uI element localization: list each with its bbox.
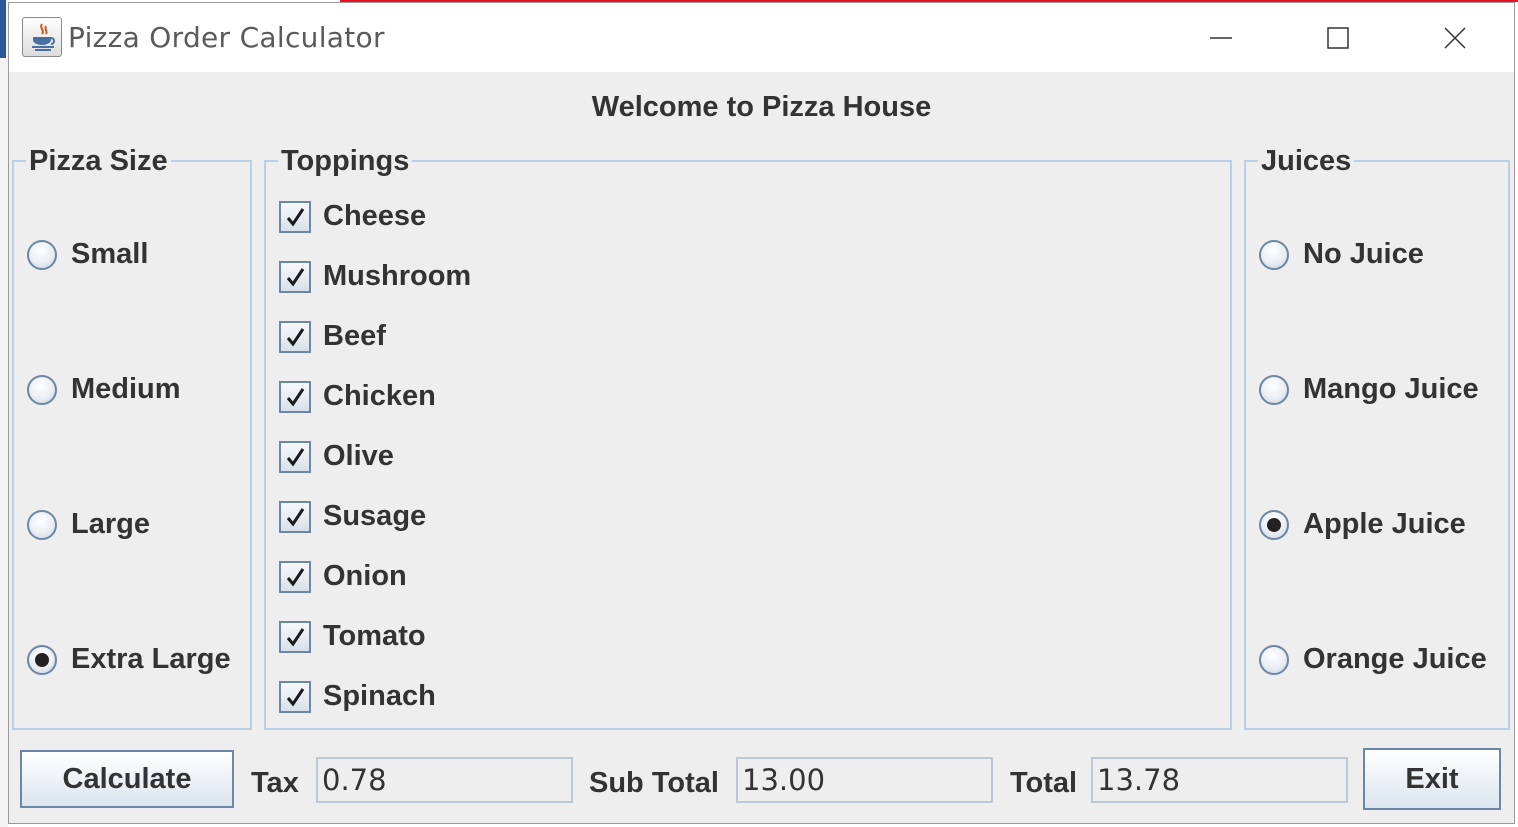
checkmark-icon bbox=[286, 507, 305, 527]
radio-extra-large[interactable] bbox=[27, 644, 57, 675]
app-window: Pizza Order Calculator Welcome to Pizza … bbox=[8, 2, 1515, 824]
topping-label-mushroom: Mushroom bbox=[323, 260, 472, 292]
topping-olive[interactable]: Olive bbox=[279, 440, 394, 473]
checkbox-spinach[interactable] bbox=[279, 680, 311, 713]
checkmark-icon bbox=[286, 387, 305, 407]
checkbox-mushroom[interactable] bbox=[279, 260, 311, 293]
checkbox-tomato[interactable] bbox=[279, 620, 311, 653]
checkbox-beef[interactable] bbox=[279, 320, 311, 353]
minimize-button[interactable] bbox=[1163, 3, 1279, 72]
checkbox-susage[interactable] bbox=[279, 500, 311, 533]
checkmark-icon bbox=[286, 687, 305, 707]
size-option-extra-large[interactable]: Extra Large bbox=[27, 643, 231, 676]
tax-label: Tax bbox=[251, 767, 299, 799]
checkbox-chicken[interactable] bbox=[279, 380, 311, 413]
topping-label-chicken: Chicken bbox=[323, 380, 436, 412]
total-label: Total bbox=[1010, 767, 1078, 799]
tax-field[interactable]: 0.78 bbox=[316, 757, 573, 803]
title-bar[interactable]: Pizza Order Calculator bbox=[9, 3, 1514, 72]
topping-cheese[interactable]: Cheese bbox=[279, 200, 426, 233]
radio-no-juice[interactable] bbox=[1259, 239, 1289, 270]
radio-large[interactable] bbox=[27, 509, 57, 540]
topping-spinach[interactable]: Spinach bbox=[279, 680, 436, 713]
checkmark-icon bbox=[286, 267, 305, 287]
maximize-icon bbox=[1327, 26, 1349, 49]
topping-tomato[interactable]: Tomato bbox=[279, 620, 426, 653]
size-label-large: Large bbox=[71, 508, 150, 540]
juices-group: Juices No Juice Mango Juice Apple Juice … bbox=[1244, 145, 1510, 730]
size-label-medium: Medium bbox=[71, 373, 181, 405]
close-icon bbox=[1444, 26, 1466, 49]
maximize-button[interactable] bbox=[1280, 3, 1396, 72]
radio-small[interactable] bbox=[27, 239, 57, 270]
juice-label-apple: Apple Juice bbox=[1303, 508, 1466, 540]
checkmark-icon bbox=[286, 627, 305, 647]
calculate-button[interactable]: Calculate bbox=[20, 750, 234, 808]
java-cup-icon bbox=[22, 17, 62, 57]
juice-label-none: No Juice bbox=[1303, 238, 1424, 270]
radio-medium[interactable] bbox=[27, 374, 57, 405]
topping-mushroom[interactable]: Mushroom bbox=[279, 260, 471, 293]
topping-chicken[interactable]: Chicken bbox=[279, 380, 436, 413]
minimize-icon bbox=[1210, 36, 1232, 39]
close-button[interactable] bbox=[1397, 3, 1513, 72]
background-window-edge bbox=[0, 0, 8, 827]
topping-label-susage: Susage bbox=[323, 500, 427, 532]
size-option-large[interactable]: Large bbox=[27, 508, 150, 541]
radio-apple-juice[interactable] bbox=[1259, 509, 1289, 540]
checkbox-olive[interactable] bbox=[279, 440, 311, 473]
total-field[interactable]: 13.78 bbox=[1091, 757, 1348, 803]
pizza-size-title: Pizza Size bbox=[26, 145, 171, 177]
pizza-size-group: Pizza Size Small Medium Large Extra Larg… bbox=[12, 145, 252, 730]
topping-label-olive: Olive bbox=[323, 440, 394, 472]
radio-mango-juice[interactable] bbox=[1259, 374, 1289, 405]
background-window-accent bbox=[0, 0, 6, 58]
size-option-medium[interactable]: Medium bbox=[27, 373, 181, 406]
juice-option-none[interactable]: No Juice bbox=[1259, 238, 1424, 271]
checkmark-icon bbox=[286, 207, 305, 227]
size-option-small[interactable]: Small bbox=[27, 238, 148, 271]
checkmark-icon bbox=[286, 447, 305, 467]
window-title: Pizza Order Calculator bbox=[68, 21, 385, 54]
topping-label-tomato: Tomato bbox=[323, 620, 426, 652]
topping-label-cheese: Cheese bbox=[323, 200, 427, 232]
checkbox-onion[interactable] bbox=[279, 560, 311, 593]
toppings-group: Toppings Cheese Mushroom Beef Chicken Ol… bbox=[264, 145, 1232, 730]
checkmark-icon bbox=[286, 327, 305, 347]
size-label-extra-large: Extra Large bbox=[71, 643, 231, 675]
juice-option-mango[interactable]: Mango Juice bbox=[1259, 373, 1479, 406]
toppings-title: Toppings bbox=[278, 145, 413, 177]
juice-option-orange[interactable]: Orange Juice bbox=[1259, 643, 1487, 676]
juice-label-orange: Orange Juice bbox=[1303, 643, 1487, 675]
topping-label-onion: Onion bbox=[323, 560, 407, 592]
topping-beef[interactable]: Beef bbox=[279, 320, 386, 353]
checkbox-cheese[interactable] bbox=[279, 200, 311, 233]
welcome-heading: Welcome to Pizza House bbox=[591, 91, 932, 123]
subtotal-label: Sub Total bbox=[589, 767, 719, 799]
subtotal-field[interactable]: 13.00 bbox=[736, 757, 993, 803]
checkmark-icon bbox=[286, 567, 305, 587]
exit-button[interactable]: Exit bbox=[1363, 748, 1501, 810]
juices-title: Juices bbox=[1258, 145, 1355, 177]
size-label-small: Small bbox=[71, 238, 149, 270]
radio-orange-juice[interactable] bbox=[1259, 644, 1289, 675]
topping-susage[interactable]: Susage bbox=[279, 500, 426, 533]
topping-label-beef: Beef bbox=[323, 320, 386, 352]
topping-onion[interactable]: Onion bbox=[279, 560, 407, 593]
topping-label-spinach: Spinach bbox=[323, 680, 436, 712]
juice-option-apple[interactable]: Apple Juice bbox=[1259, 508, 1466, 541]
juice-label-mango: Mango Juice bbox=[1303, 373, 1479, 405]
